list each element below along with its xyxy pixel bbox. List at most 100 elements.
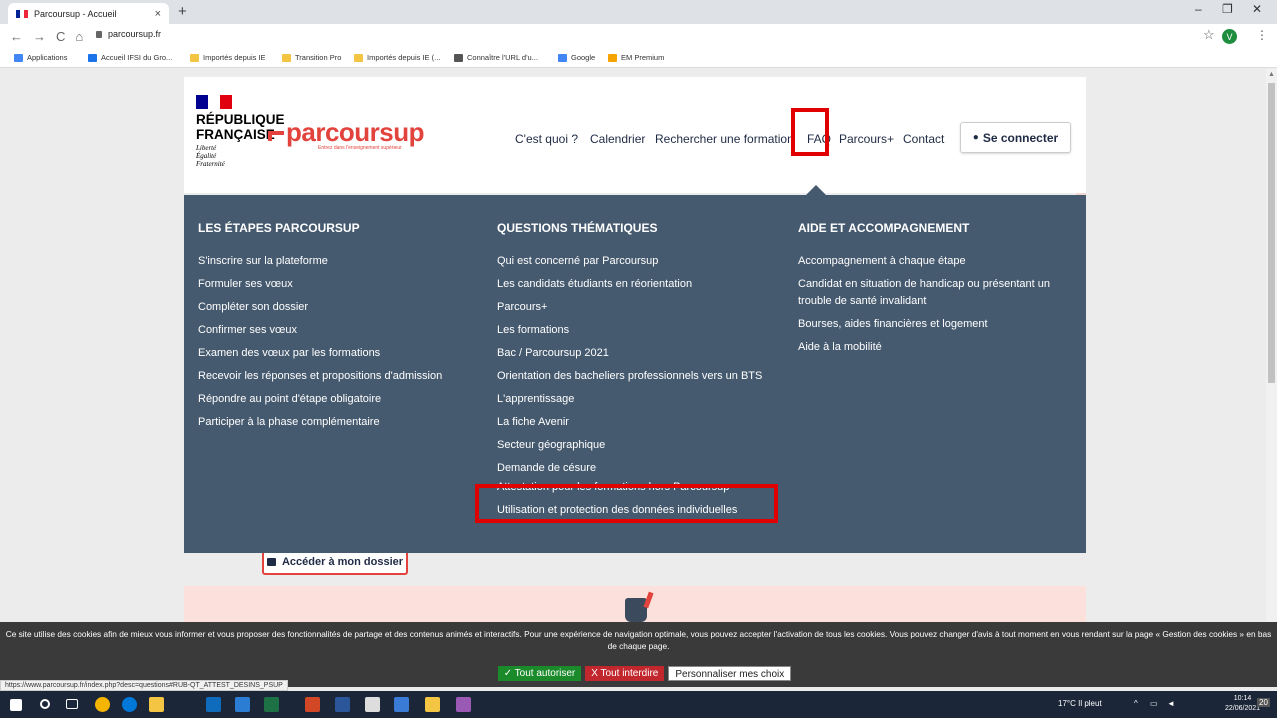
parcoursup-mark-icon bbox=[268, 131, 284, 141]
bookmark-item[interactable]: Importés depuis IE (... bbox=[354, 53, 440, 62]
project-icon[interactable] bbox=[335, 697, 350, 712]
weather-widget[interactable]: 17°C Il pleut bbox=[1058, 699, 1102, 708]
globe-icon bbox=[454, 53, 463, 62]
menu-link[interactable]: Compléter son dossier bbox=[198, 299, 478, 316]
faq-highlight-box bbox=[791, 108, 829, 156]
reload-icon[interactable]: C bbox=[56, 29, 65, 44]
menu-link[interactable]: Parcours+ bbox=[497, 299, 777, 316]
maximize-button[interactable]: ❐ bbox=[1222, 2, 1233, 16]
bookmark-item[interactable]: Applications bbox=[14, 53, 67, 62]
windows-taskbar: 17°C Il pleut ^ ▭ ◄ 10:14 22/06/2021 20 bbox=[0, 691, 1277, 718]
scroll-up-icon[interactable]: ▲ bbox=[1268, 71, 1275, 78]
marianne-flag-icon bbox=[196, 95, 232, 109]
page-scrollbar[interactable]: ▲ ▼ bbox=[1266, 69, 1277, 687]
word-icon[interactable] bbox=[235, 697, 250, 712]
volume-icon[interactable]: ◄ bbox=[1167, 699, 1175, 708]
network-icon[interactable]: ▭ bbox=[1150, 699, 1158, 708]
bookmark-item[interactable]: Transition Pro bbox=[282, 53, 341, 62]
bookmark-item[interactable]: Google bbox=[558, 53, 595, 62]
search-icon[interactable] bbox=[40, 699, 50, 709]
menu-link[interactable]: La fiche Avenir bbox=[497, 414, 777, 431]
bookmark-item[interactable]: Importés depuis IE bbox=[190, 53, 266, 62]
padlock-icon bbox=[266, 557, 276, 566]
url-field[interactable]: parcoursup.fr bbox=[96, 29, 161, 39]
nav-cest-quoi[interactable]: C'est quoi ? bbox=[515, 132, 578, 146]
screen: Parcoursup - Accueil × + – ❐ ✕ ← → C ⌂ p… bbox=[0, 0, 1277, 718]
menu-link[interactable]: Candidat en situation de handicap ou pré… bbox=[798, 276, 1078, 310]
bookmark-star-icon[interactable]: ☆ bbox=[1203, 27, 1215, 43]
powerpoint-icon[interactable] bbox=[305, 697, 320, 712]
onenote-icon[interactable] bbox=[456, 697, 471, 712]
folder-icon bbox=[190, 53, 199, 62]
menu-link[interactable]: Les formations bbox=[497, 322, 777, 339]
calculator-icon[interactable] bbox=[365, 697, 380, 712]
menu-link[interactable]: Demande de césure bbox=[497, 460, 777, 472]
cookie-buttons: ✓ Tout autoriser X Tout interdire Person… bbox=[0, 666, 1277, 681]
menu-link[interactable]: Examen des vœux par les formations bbox=[198, 345, 478, 362]
home-icon[interactable]: ⌂ bbox=[75, 29, 83, 44]
minimize-button[interactable]: – bbox=[1195, 2, 1202, 16]
lock-icon bbox=[96, 31, 102, 38]
column-title: AIDE ET ACCOMPAGNEMENT bbox=[798, 221, 970, 235]
logo-tagline: Entrez dans l'enseignement supérieur bbox=[318, 145, 402, 151]
google-icon bbox=[558, 53, 567, 62]
customize-cookies-button[interactable]: Personnaliser mes choix bbox=[668, 666, 792, 681]
close-window-button[interactable]: ✕ bbox=[1252, 2, 1262, 16]
bookmark-item[interactable]: Connaître l'URL d'u... bbox=[454, 53, 538, 62]
back-icon[interactable]: ← bbox=[10, 29, 23, 44]
new-tab-button[interactable]: + bbox=[178, 3, 187, 20]
paint-icon[interactable] bbox=[425, 697, 440, 712]
menu-link[interactable]: L'apprentissage bbox=[497, 391, 777, 408]
scrollbar-thumb[interactable] bbox=[1268, 83, 1275, 383]
connect-button[interactable]: ● Se connecter bbox=[960, 122, 1071, 153]
cookie-banner: Ce site utilise des cookies afin de mieu… bbox=[0, 622, 1277, 687]
menu-link[interactable]: Répondre au point d'étape obligatoire bbox=[198, 391, 478, 408]
menu-link[interactable]: Formuler ses vœux bbox=[198, 276, 478, 293]
cookie-text: Ce site utilise des cookies afin de mieu… bbox=[5, 629, 1272, 651]
chrome-app-icon[interactable] bbox=[95, 697, 110, 712]
close-tab-icon[interactable]: × bbox=[155, 8, 161, 20]
photos-icon[interactable] bbox=[394, 697, 409, 712]
nav-rechercher-formation[interactable]: Rechercher une formation bbox=[655, 132, 794, 146]
menu-link[interactable]: Aide à la mobilité bbox=[798, 339, 1078, 356]
task-view-icon[interactable] bbox=[66, 699, 78, 709]
tray-chevron-icon[interactable]: ^ bbox=[1134, 699, 1138, 708]
windows-start-icon[interactable] bbox=[10, 699, 22, 711]
browser-tab[interactable]: Parcoursup - Accueil × bbox=[8, 3, 169, 24]
menu-link[interactable]: Les candidats étudiants en réorientation bbox=[497, 276, 777, 293]
menu-link[interactable]: Bourses, aides financières et logement bbox=[798, 316, 1078, 333]
menu-link[interactable]: Qui est concerné par Parcoursup bbox=[497, 253, 777, 270]
nav-contact[interactable]: Contact bbox=[903, 132, 944, 146]
menu-link[interactable]: Accompagnement à chaque étape bbox=[798, 253, 1078, 270]
forward-icon[interactable]: → bbox=[33, 29, 46, 44]
menu-link[interactable]: Bac / Parcoursup 2021 bbox=[497, 345, 777, 362]
republic-motto: Liberté Égalité Fraternité bbox=[196, 144, 225, 168]
em-icon bbox=[608, 53, 617, 62]
menu-link[interactable]: Orientation des bacheliers professionnel… bbox=[497, 368, 777, 385]
menu-column-aide: AIDE ET ACCOMPAGNEMENT Accompagnement à … bbox=[798, 221, 1078, 362]
link-status-url: https://www.parcoursup.fr/index.php?desc… bbox=[0, 680, 288, 691]
notification-badge[interactable]: 20 bbox=[1257, 698, 1270, 707]
excel-icon[interactable] bbox=[264, 697, 279, 712]
bookmark-favicon-icon bbox=[282, 53, 291, 62]
menu-link[interactable]: Participer à la phase complémentaire bbox=[198, 414, 478, 431]
outlook-icon[interactable] bbox=[206, 697, 221, 712]
file-explorer-icon[interactable] bbox=[149, 697, 164, 712]
accept-all-cookies-button[interactable]: ✓ Tout autoriser bbox=[497, 666, 582, 681]
profile-avatar[interactable]: V bbox=[1222, 29, 1237, 44]
nav-calendrier[interactable]: Calendrier bbox=[590, 132, 645, 146]
bookmark-item[interactable]: EM Premium bbox=[608, 53, 664, 62]
browser-menu-icon[interactable]: ⋮ bbox=[1256, 28, 1268, 42]
graduation-cap-icon bbox=[625, 591, 654, 622]
bookmark-item[interactable]: Accueil IFSI du Gro... bbox=[88, 53, 172, 62]
nav-parcours-plus[interactable]: Parcours+ bbox=[839, 132, 895, 146]
url-text: parcoursup.fr bbox=[108, 29, 162, 39]
edge-app-icon[interactable] bbox=[122, 697, 137, 712]
menu-link[interactable]: Confirmer ses vœux bbox=[198, 322, 478, 339]
deny-all-cookies-button[interactable]: X Tout interdire bbox=[585, 666, 665, 681]
menu-link[interactable]: Recevoir les réponses et propositions d'… bbox=[198, 368, 478, 385]
menu-link[interactable]: Secteur géographique bbox=[497, 437, 777, 454]
column-title: QUESTIONS THÉMATIQUES bbox=[497, 221, 658, 235]
menu-link[interactable]: S'inscrire sur la plateforme bbox=[198, 253, 478, 270]
system-clock[interactable]: 10:14 22/06/2021 bbox=[1225, 694, 1260, 714]
